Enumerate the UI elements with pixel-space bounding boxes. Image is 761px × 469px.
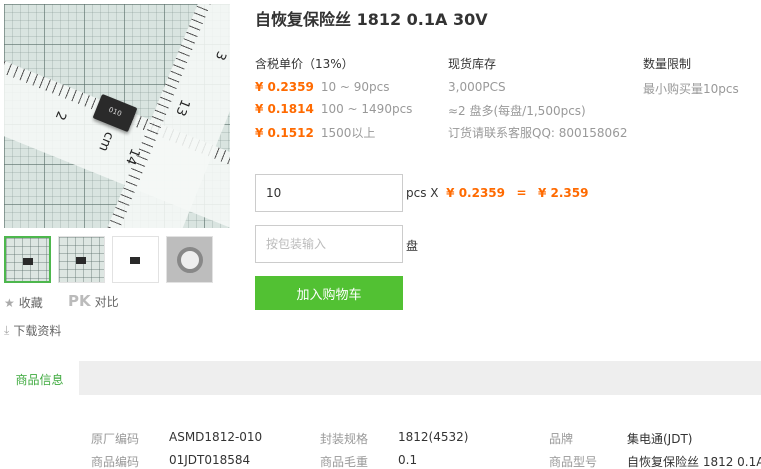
spec-value: 0.1 xyxy=(398,453,418,467)
price-tier: ¥ 0.1814 100 ~ 1490pcs xyxy=(255,102,412,116)
download-label: 下载资料 xyxy=(13,324,62,338)
tier-qty: 1500以上 xyxy=(320,126,376,140)
stock-contact: 订货请联系客服QQ: 800158062 xyxy=(448,126,628,140)
spec-value: 集电通(JDT) xyxy=(627,432,693,446)
spec-label: 封装规格 xyxy=(320,432,369,446)
tier-qty: 100 ~ 1490pcs xyxy=(320,102,413,116)
details-tab-bar: 商品信息 xyxy=(0,361,761,395)
stock-quantity: 3,000PCS xyxy=(448,80,506,94)
price-header: 含税单价（13%） xyxy=(255,57,354,71)
quantity-input[interactable] xyxy=(255,174,403,212)
thumbnail-1[interactable] xyxy=(4,236,51,283)
tier-price: ¥ 0.1814 xyxy=(255,102,314,116)
spec-label: 品牌 xyxy=(549,432,574,446)
spec-label: 原厂编码 xyxy=(91,432,140,446)
tab-product-info[interactable]: 商品信息 xyxy=(0,361,79,395)
pack-unit: 盘 xyxy=(406,239,419,253)
spec-label: 商品毛重 xyxy=(320,455,369,469)
star-icon: ★ xyxy=(4,295,15,310)
download-button[interactable]: ⤓ 下载资料 xyxy=(4,322,61,339)
compare-button[interactable]: PK 对比 xyxy=(68,292,119,310)
thumbnail-strip xyxy=(4,236,213,283)
spec-value: 自恢复保险丝 1812 0.1A xyxy=(627,455,761,469)
product-title: 自恢复保险丝 1812 0.1A 30V xyxy=(255,10,488,29)
spec-value: 1812(4532) xyxy=(398,430,469,444)
multiply-sign: X xyxy=(430,186,439,200)
pack-input[interactable] xyxy=(255,225,403,263)
tier-price: ¥ 0.1512 xyxy=(255,126,314,140)
tier-price: ¥ 0.2359 xyxy=(255,80,314,94)
spec-value: 01JDT018584 xyxy=(169,453,251,467)
thumbnail-3[interactable] xyxy=(112,236,159,283)
equals-sign: = xyxy=(516,186,527,200)
spec-label: 商品型号 xyxy=(549,455,598,469)
calc-unit-price: ¥ 0.2359 xyxy=(446,186,506,200)
spec-label: 商品编码 xyxy=(91,455,140,469)
price-tier: ¥ 0.2359 10 ~ 90pcs xyxy=(255,80,390,94)
limit-header: 数量限制 xyxy=(643,57,692,71)
stock-reels: ≈2 盘多(每盘/1,500pcs) xyxy=(448,104,586,118)
download-icon: ⤓ xyxy=(4,323,10,337)
tier-qty: 10 ~ 90pcs xyxy=(320,80,390,94)
add-to-cart-button[interactable]: 加入购物车 xyxy=(255,276,403,310)
price-tier: ¥ 0.1512 1500以上 xyxy=(255,124,375,141)
quantity-unit: pcs xyxy=(406,186,427,200)
spec-value: ASMD1812-010 xyxy=(169,430,263,444)
thumbnail-4[interactable] xyxy=(166,236,213,283)
pk-icon: PK xyxy=(68,292,91,310)
chip-marking: 010 xyxy=(107,105,123,119)
price-calculation: pcs X ¥ 0.2359 = ¥ 2.359 xyxy=(406,186,588,200)
product-main-image[interactable]: 2 13 cm 14 3 010 xyxy=(4,4,230,228)
thumbnail-2[interactable] xyxy=(58,236,105,283)
stock-header: 现货库存 xyxy=(448,57,497,71)
favorite-button[interactable]: ★ 收藏 xyxy=(4,294,43,311)
limit-text: 最小购买量10pcs xyxy=(643,82,739,96)
calc-total: ¥ 2.359 xyxy=(537,186,589,200)
compare-label: 对比 xyxy=(94,294,119,309)
favorite-label: 收藏 xyxy=(18,296,43,310)
